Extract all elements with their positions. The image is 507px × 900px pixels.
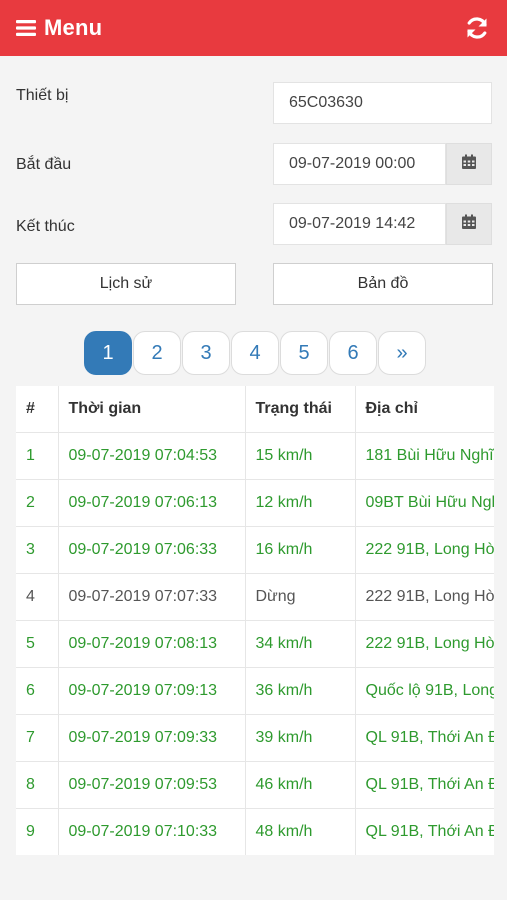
row-status: 39 km/h	[245, 714, 356, 762]
map-button[interactable]: Bản đồ	[273, 263, 493, 305]
pagination-next-button[interactable]: »	[378, 331, 426, 375]
row-status: 15 km/h	[245, 432, 356, 480]
page-button-1[interactable]: 1	[84, 331, 132, 375]
history-button[interactable]: Lịch sử	[16, 263, 236, 305]
row-time: 09-07-2019 07:09:33	[58, 714, 246, 762]
row-time: 09-07-2019 07:10:33	[58, 808, 246, 855]
row-time: 09-07-2019 07:06:13	[58, 479, 246, 527]
row-number: 1	[16, 432, 59, 480]
page-button-2[interactable]: 2	[133, 331, 181, 375]
row-time: 09-07-2019 07:09:13	[58, 667, 246, 715]
row-address: 09BT Bùi Hữu Nghĩa	[355, 479, 494, 527]
row-time: 09-07-2019 07:07:33	[58, 573, 246, 621]
hamburger-icon	[16, 19, 36, 37]
table-row[interactable]: 9 09-07-2019 07:10:33 48 km/h QL 91B, Thới …	[16, 808, 494, 855]
row-status: 12 km/h	[245, 479, 356, 527]
row-time: 09-07-2019 07:04:53	[58, 432, 246, 480]
row-address: QL 91B, Thới An Đông	[355, 714, 494, 762]
row-number: 4	[16, 573, 59, 621]
row-status: 46 km/h	[245, 761, 356, 809]
row-address: QL 91B, Thới An Đông	[355, 808, 494, 855]
column-header-number: #	[16, 386, 59, 433]
refresh-icon	[463, 17, 491, 46]
row-address: 181 Bùi Hữu Nghĩa	[355, 432, 494, 480]
row-address: Quốc lộ 91B, Long Hòa	[355, 667, 494, 715]
table-row[interactable]: 2 09-07-2019 07:06:13 12 km/h 09BT Bùi Hữu …	[16, 479, 494, 527]
end-label: Kết thúc	[16, 218, 75, 235]
page-button-5[interactable]: 5	[280, 331, 328, 375]
table-row[interactable]: 1 09-07-2019 07:04:53 15 km/h 181 Bùi Hữu N…	[16, 432, 494, 480]
row-address: 222 91B, Long Hòa	[355, 573, 494, 621]
device-label: Thiết bị	[16, 87, 69, 104]
row-number: 2	[16, 479, 59, 527]
table-row[interactable]: 6 09-07-2019 07:09:13 36 km/h Quốc lộ 91B, …	[16, 667, 494, 715]
start-label: Bắt đầu	[16, 156, 72, 173]
row-address: 222 91B, Long Hòa	[355, 620, 494, 668]
table-header-row: # Thời gian Trạng thái Địa chỉ	[16, 386, 494, 433]
row-status: Dừng	[245, 573, 356, 621]
calendar-icon	[461, 154, 477, 175]
row-number: 9	[16, 808, 59, 855]
row-time: 09-07-2019 07:06:33	[58, 526, 246, 574]
menu-label: Menu	[44, 15, 103, 40]
refresh-button[interactable]	[463, 14, 491, 42]
start-calendar-button[interactable]	[446, 143, 492, 185]
table-row[interactable]: 7 09-07-2019 07:09:33 39 km/h QL 91B, Thới …	[16, 714, 494, 762]
column-header-status: Trạng thái	[245, 386, 356, 433]
row-status: 34 km/h	[245, 620, 356, 668]
row-time: 09-07-2019 07:08:13	[58, 620, 246, 668]
row-address: 222 91B, Long Hòa	[355, 526, 494, 574]
row-time: 09-07-2019 07:09:53	[58, 761, 246, 809]
table-row[interactable]: 5 09-07-2019 07:08:13 34 km/h 222 91B, Long…	[16, 620, 494, 668]
table-row[interactable]: 3 09-07-2019 07:06:33 16 km/h 222 91B, Long…	[16, 526, 494, 574]
row-number: 5	[16, 620, 59, 668]
table-row[interactable]: 4 09-07-2019 07:07:33 Dừng 222 91B, Long Hò…	[16, 573, 494, 621]
end-datetime-field[interactable]: 09-07-2019 14:42	[273, 203, 446, 245]
row-number: 3	[16, 526, 59, 574]
menu-button[interactable]: Menu	[16, 13, 102, 43]
device-field[interactable]: 65C03630	[273, 82, 492, 124]
table-row[interactable]: 8 09-07-2019 07:09:53 46 km/h QL 91B, Thới …	[16, 761, 494, 809]
row-number: 6	[16, 667, 59, 715]
column-header-time: Thời gian	[58, 386, 246, 433]
row-number: 7	[16, 714, 59, 762]
top-bar: Menu	[0, 0, 507, 56]
end-calendar-button[interactable]	[446, 203, 492, 245]
row-number: 8	[16, 761, 59, 809]
row-status: 36 km/h	[245, 667, 356, 715]
history-table-container[interactable]: # Thời gian Trạng thái Địa chỉ 1 09-07-20…	[16, 386, 494, 855]
page-button-6[interactable]: 6	[329, 331, 377, 375]
column-header-address: Địa chỉ	[355, 386, 494, 433]
page-button-3[interactable]: 3	[182, 331, 230, 375]
history-table: # Thời gian Trạng thái Địa chỉ 1 09-07-20…	[16, 386, 494, 855]
page-button-4[interactable]: 4	[231, 331, 279, 375]
row-status: 16 km/h	[245, 526, 356, 574]
row-address: QL 91B, Thới An Đông	[355, 761, 494, 809]
start-datetime-field[interactable]: 09-07-2019 00:00	[273, 143, 446, 185]
calendar-icon	[461, 214, 477, 235]
row-status: 48 km/h	[245, 808, 356, 855]
